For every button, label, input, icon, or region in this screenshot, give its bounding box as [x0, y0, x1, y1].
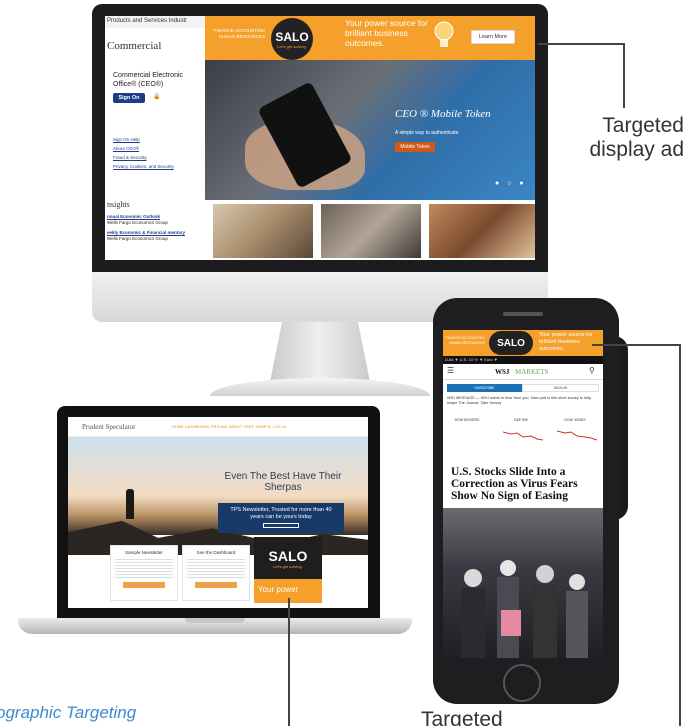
carousel-dots[interactable]: ● ○ ●	[495, 180, 527, 187]
desktop-hero: CEO ® Mobile Token A simple way to authe…	[205, 60, 535, 200]
hero-subtitle: A simple way to authenticate	[395, 130, 459, 136]
wsj-message: WSJ MESSAGE — WSJ wants to hear from you…	[447, 396, 592, 405]
newsletter-text: TPS Newsletter, Trusted for more than 40…	[230, 507, 332, 520]
ad-departments: FINANCE ACCOUNTING HUMAN RESOURCES	[213, 28, 265, 39]
laptop-hero: Even The Best Have Their Sherpas TPS New…	[68, 437, 368, 555]
login-box: Commercial Electronic Office® (CEO®) Sig…	[113, 71, 201, 133]
laptop-screen: Prudent Speculator HOME DASHBOARD PRICIN…	[68, 417, 368, 608]
ad-main-text: Your power source for brilliant business…	[539, 332, 593, 352]
hero-title: CEO ® Mobile Token	[395, 108, 491, 120]
salo-logo-text: SALO	[497, 337, 525, 349]
mobile-token-button[interactable]: Mobile Token	[395, 142, 435, 152]
sample-card[interactable]: Sample Newsletter	[110, 545, 178, 601]
newsletter-button[interactable]	[263, 523, 299, 528]
chart-label: S&P 500	[514, 418, 528, 422]
phone-header: ☰ WSJ MARKETS ⚲	[443, 364, 603, 380]
insight-item: eekly Economic & Financial mentary Wells…	[107, 230, 203, 242]
hiker-image	[126, 489, 134, 519]
lock-icon: 🔒	[153, 94, 161, 100]
login-title: Commercial Electronic Office® (CEO®)	[113, 72, 184, 88]
dashboard-card[interactable]: See the Dashboard	[182, 545, 250, 601]
search-icon[interactable]: ⚲	[589, 366, 595, 375]
salo-logo: SALO Let's get solving.	[271, 18, 313, 60]
thumbnail-meeting[interactable]	[213, 204, 313, 258]
laptop-notch	[185, 618, 245, 623]
phone-screen: FINANCE ACCOUNTING HUMAN RESOURCES SALO …	[443, 330, 603, 660]
subscribe-button[interactable]: SUBSCRIBE	[447, 384, 522, 392]
card-text	[187, 558, 245, 578]
salo-tagline: Let's get solving.	[273, 563, 303, 569]
bottom-callout: Targeted	[421, 708, 503, 726]
card-text	[115, 558, 173, 578]
insights-title: nsights	[107, 200, 130, 209]
salo-logo: SALO	[489, 331, 533, 355]
desktop-ad-callout: Targeted display ad	[560, 114, 684, 162]
salo-logo: SALO Let's get solving.	[266, 539, 310, 577]
laptop-display-ad[interactable]: SALO Let's get solving. Your power	[254, 537, 322, 603]
side-link[interactable]: Privacy, Cookies, and Security	[113, 164, 205, 169]
home-button[interactable]	[503, 664, 541, 702]
side-link[interactable]: Fraud & Security	[113, 155, 205, 160]
sign-in-button[interactable]: SIGN IN	[522, 384, 599, 392]
monitor-base	[210, 378, 430, 396]
market-ticker: DJIA ▼ U.S. 10 Yr ▼ Euro ▼	[443, 356, 603, 364]
phone-speaker	[503, 312, 543, 316]
crowd-image	[461, 560, 588, 658]
desktop-display-ad[interactable]: FINANCE ACCOUNTING HUMAN RESOURCES SALO …	[205, 16, 535, 60]
callout-line	[679, 344, 681, 726]
callout-line	[592, 344, 680, 346]
insight-source: Wells Fargo Economics Group	[107, 220, 168, 225]
ad-text: Your power	[258, 585, 299, 594]
salo-logo-text: SALO	[275, 29, 309, 44]
salo-tagline: Let's get solving.	[277, 43, 307, 49]
desktop-topnav[interactable]: Products and Services Industr	[105, 16, 205, 28]
desktop-brand-title: Commercial	[107, 40, 162, 52]
ad-departments: FINANCE ACCOUNTING HUMAN RESOURCES	[445, 336, 485, 345]
insight-source: Wells Fargo Economics Group	[107, 236, 168, 241]
newsletter-box[interactable]: TPS Newsletter, Trusted for more than 40…	[218, 503, 344, 533]
section-title: MARKETS	[515, 368, 549, 376]
laptop-headline: Even The Best Have Their Sherpas	[224, 471, 342, 493]
hamburger-icon[interactable]: ☰	[447, 366, 454, 375]
phone-display-ad[interactable]: FINANCE ACCOUNTING HUMAN RESOURCES SALO …	[443, 330, 603, 356]
callout-line	[538, 43, 624, 45]
chart-label: DOW JONES	[564, 418, 586, 422]
insight-item: nnual Economic Outlook Wells Fargo Econo…	[107, 214, 203, 226]
card-button[interactable]	[123, 582, 165, 588]
news-headline[interactable]: U.S. Stocks Slide Into a Correction as V…	[451, 466, 597, 502]
demographic-targeting-label: ographic Targeting	[0, 703, 137, 722]
callout-line-2: display ad	[589, 138, 684, 161]
thumbnail-businessmen[interactable]	[321, 204, 421, 258]
thumbnail-building[interactable]	[429, 204, 535, 258]
side-link[interactable]: Sign On Help	[113, 137, 205, 142]
lightbulb-icon	[434, 21, 454, 47]
ad-main-text: Your power source for brilliant business…	[345, 18, 428, 48]
market-charts: DOW MOVERS S&P 500 DOW JONES	[447, 416, 599, 464]
desktop-screen: Products and Services Industr Commercial…	[105, 16, 535, 260]
sign-on-button[interactable]: Sign On	[113, 93, 145, 103]
desktop-side-links: Sign On Help About CEO® Fraud & Security…	[113, 137, 205, 173]
sparkline	[557, 430, 597, 441]
salo-logo-text: SALO	[268, 547, 308, 564]
callout-line	[623, 43, 625, 108]
wsj-logo[interactable]: WSJ	[495, 368, 509, 376]
laptop-nav: Prudent Speculator HOME DASHBOARD PRICIN…	[68, 417, 368, 437]
card-button[interactable]	[195, 582, 237, 588]
side-link[interactable]: About CEO®	[113, 146, 205, 151]
chart-label: DOW MOVERS	[454, 418, 480, 422]
card-title: Sample Newsletter	[125, 550, 163, 555]
callout-line	[288, 598, 290, 726]
site-menu[interactable]: HOME DASHBOARD PRICING ABOUT FREE SAMPLE…	[172, 425, 286, 429]
learn-more-button[interactable]: Learn More	[471, 30, 515, 44]
subscribe-bar: SUBSCRIBE SIGN IN	[447, 384, 599, 392]
callout-line-1: Targeted	[602, 114, 684, 137]
monitor-stand	[270, 322, 370, 382]
site-logo[interactable]: Prudent Speculator	[82, 423, 135, 431]
news-photo[interactable]	[443, 508, 603, 660]
card-title: See the Dashboard	[196, 550, 236, 555]
sparkline	[503, 431, 543, 441]
